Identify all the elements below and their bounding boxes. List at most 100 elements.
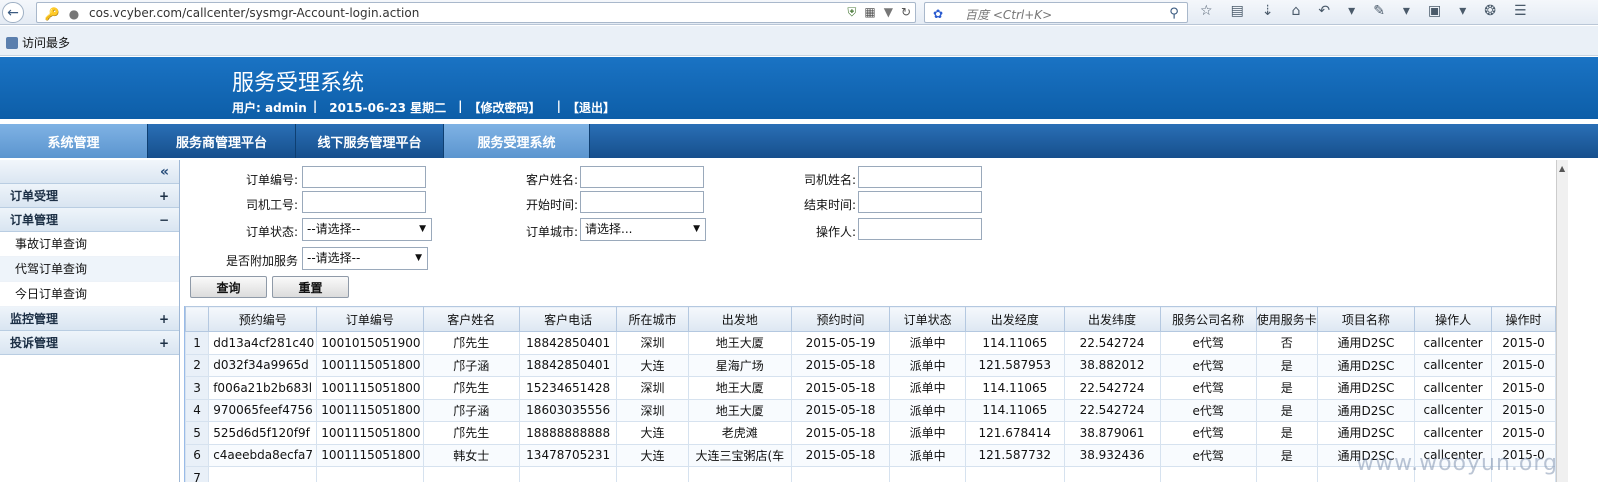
table-row[interactable]: 7 [185, 466, 1556, 482]
bookmark-most-visited[interactable]: 访问最多 [6, 34, 70, 51]
table-cell: 22.542724 [1063, 331, 1161, 355]
crop-icon[interactable]: ✎ [1373, 3, 1385, 19]
home-icon[interactable]: ⌂ [1292, 3, 1301, 19]
column-header[interactable]: 订单编号 [316, 306, 424, 332]
dropdown-icon[interactable]: ▾ [1403, 3, 1410, 19]
window-icon[interactable]: ▣ [1428, 3, 1441, 19]
order-status-select[interactable]: --请选择-- ▼ [302, 218, 432, 241]
column-header[interactable] [185, 306, 210, 332]
menu-icon[interactable]: ☰ [1514, 3, 1527, 19]
column-header[interactable]: 订单状态 [889, 306, 967, 332]
history-back-icon[interactable]: ↶ [1318, 3, 1330, 19]
table-row[interactable]: 4 970065feef4756 1001115051800 邝子涵 186030355… [185, 398, 1556, 422]
shield-icon[interactable]: ⛨ [847, 5, 856, 20]
tab-service-acceptance[interactable]: 服务受理系统 [444, 124, 590, 158]
column-header[interactable]: 客户电话 [518, 306, 618, 332]
table-row[interactable]: 2 d032f34a9965d 1001115051800 邝子涵 1884285040… [185, 353, 1556, 377]
back-arrow-icon[interactable]: ← [2, 2, 24, 23]
chevron-down-icon: ▼ [415, 253, 422, 263]
sidebar-item-today-orders[interactable]: 今日订单查询 [0, 282, 179, 307]
dropdown-icon[interactable]: ▾ [1348, 3, 1355, 19]
column-header[interactable]: 客户姓名 [422, 306, 520, 332]
column-header[interactable]: 预约编号 [208, 306, 318, 332]
search-icon[interactable]: ⚲ [1163, 3, 1185, 24]
change-password-link[interactable]: 【修改密码】 [469, 99, 541, 116]
download-icon[interactable]: ⇣ [1262, 3, 1274, 19]
search-placeholder: 百度 <Ctrl+K> [965, 8, 1053, 22]
qr-code-icon[interactable]: ▦ [864, 5, 875, 20]
sidebar-group-order-manage[interactable]: 订单管理 − [0, 208, 179, 232]
table-cell: 邝子涵 [422, 353, 520, 377]
table-row[interactable]: 6 c4aeebda8ecfa7 1001115051800 韩女士 134787052… [185, 443, 1556, 467]
tab-service-provider[interactable]: 服务商管理平台 [148, 124, 296, 158]
reader-icon[interactable]: ▤ [1231, 3, 1244, 19]
column-header[interactable]: 所在城市 [616, 306, 689, 332]
collapse-group-icon[interactable]: − [159, 213, 169, 227]
row-number: 4 [185, 398, 210, 422]
table-cell: 2015-05-18 [790, 443, 891, 467]
scroll-up-icon[interactable]: ▲ [1559, 164, 1565, 173]
end-time-input[interactable] [858, 191, 982, 213]
sidebar-item-driver-orders[interactable]: 代驾订单查询 [0, 257, 179, 282]
table-cell: 1001115051800 [316, 443, 424, 467]
column-header[interactable]: 操作人 [1414, 306, 1493, 332]
sidebar-item-accident-orders[interactable]: 事故订单查询 [0, 232, 179, 257]
start-time-input[interactable] [580, 191, 704, 213]
orders-table: 预约编号 订单编号 客户姓名 客户电话 所在城市 出发地 预约时间 订单状态 出发经度 出发纬度服… [184, 306, 1556, 482]
expand-icon[interactable]: + [159, 336, 169, 350]
tab-offline-service[interactable]: 线下服务管理平台 [296, 124, 444, 158]
row-number: 3 [185, 376, 210, 400]
table-row[interactable]: 1 dd13a4cf281c40 1001015051900 邝先生 188428504… [185, 331, 1556, 355]
table-cell: e代驾 [1159, 421, 1257, 445]
dropdown-icon[interactable]: ▾ [1459, 3, 1466, 19]
customer-name-input[interactable] [580, 166, 704, 188]
table-cell: 2015-05-19 [790, 331, 891, 355]
expand-icon[interactable]: + [159, 189, 169, 203]
column-header[interactable]: 操作时 [1491, 306, 1556, 332]
column-header[interactable]: 出发地 [687, 306, 792, 332]
dropdown-icon[interactable]: ▼ [884, 5, 893, 20]
column-header[interactable]: 出发纬度 [1063, 306, 1161, 332]
search-bar[interactable]: ✿ 百度 <Ctrl+K> ⚲ [924, 2, 1188, 23]
browser-navbar: ← 🔑 ● cos.vcyber.com/callcenter/sysmgr-A… [0, 0, 1598, 25]
reset-button[interactable]: 重置 [272, 276, 349, 298]
column-header[interactable]: 服务公司名称 [1159, 306, 1257, 332]
column-header[interactable]: 预约时间 [790, 306, 891, 332]
table-row[interactable]: 5 525d6d5f120f9f 1001115051800 邝先生 188888888… [185, 421, 1556, 445]
order-city-select[interactable]: 请选择... ▼ [580, 218, 706, 241]
table-cell: callcenter [1414, 421, 1493, 445]
table-cell: e代驾 [1159, 353, 1257, 377]
table-cell [316, 466, 424, 482]
column-header[interactable]: 使用服务卡 [1255, 306, 1318, 332]
sidebar-group-monitor[interactable]: 监控管理 + [0, 307, 179, 331]
table-cell: 970065feef4756 [208, 398, 318, 422]
column-header[interactable]: 项目名称 [1316, 306, 1416, 332]
driver-name-input[interactable] [858, 166, 982, 188]
column-header[interactable]: 出发经度 [965, 306, 1065, 332]
address-bar[interactable]: 🔑 ● cos.vcyber.com/callcenter/sysmgr-Acc… [36, 2, 916, 23]
top-nav: 系统管理 服务商管理平台 线下服务管理平台 服务受理系统 [0, 124, 1598, 158]
tab-system-management[interactable]: 系统管理 [0, 124, 148, 158]
order-status-label: 订单状态: [245, 225, 298, 239]
expand-icon[interactable]: + [159, 312, 169, 326]
order-no-input[interactable] [302, 166, 426, 188]
bookmark-star-icon[interactable]: ☆ [1200, 3, 1213, 19]
table-cell: 1001115051800 [316, 353, 424, 377]
extra-service-select[interactable]: --请选择-- ▼ [302, 247, 428, 270]
extension-icon[interactable]: ❂ [1484, 3, 1496, 19]
reload-icon[interactable]: ↻ [901, 5, 911, 20]
query-button[interactable]: 查询 [190, 276, 267, 298]
order-city-label: 订单城市: [525, 225, 578, 239]
separator: | [458, 99, 463, 113]
sidebar-group-complaint[interactable]: 投诉管理 + [0, 331, 179, 355]
baidu-paw-icon[interactable]: ✿ [927, 3, 949, 24]
table-row[interactable]: 3 f006a21b2b683l 1001115051800 邝先生 152346514… [185, 376, 1556, 400]
operator-input[interactable] [858, 218, 982, 240]
logout-link[interactable]: 【退出】 [567, 99, 615, 116]
driver-id-input[interactable] [302, 191, 426, 213]
table-cell: 否 [1255, 331, 1318, 355]
sidebar-group-order-accept[interactable]: 订单受理 + [0, 184, 179, 208]
vertical-scrollbar[interactable]: ▲ [1556, 160, 1568, 482]
table-cell: 2015-0 [1491, 421, 1556, 445]
collapse-icon[interactable]: « [0, 160, 179, 184]
